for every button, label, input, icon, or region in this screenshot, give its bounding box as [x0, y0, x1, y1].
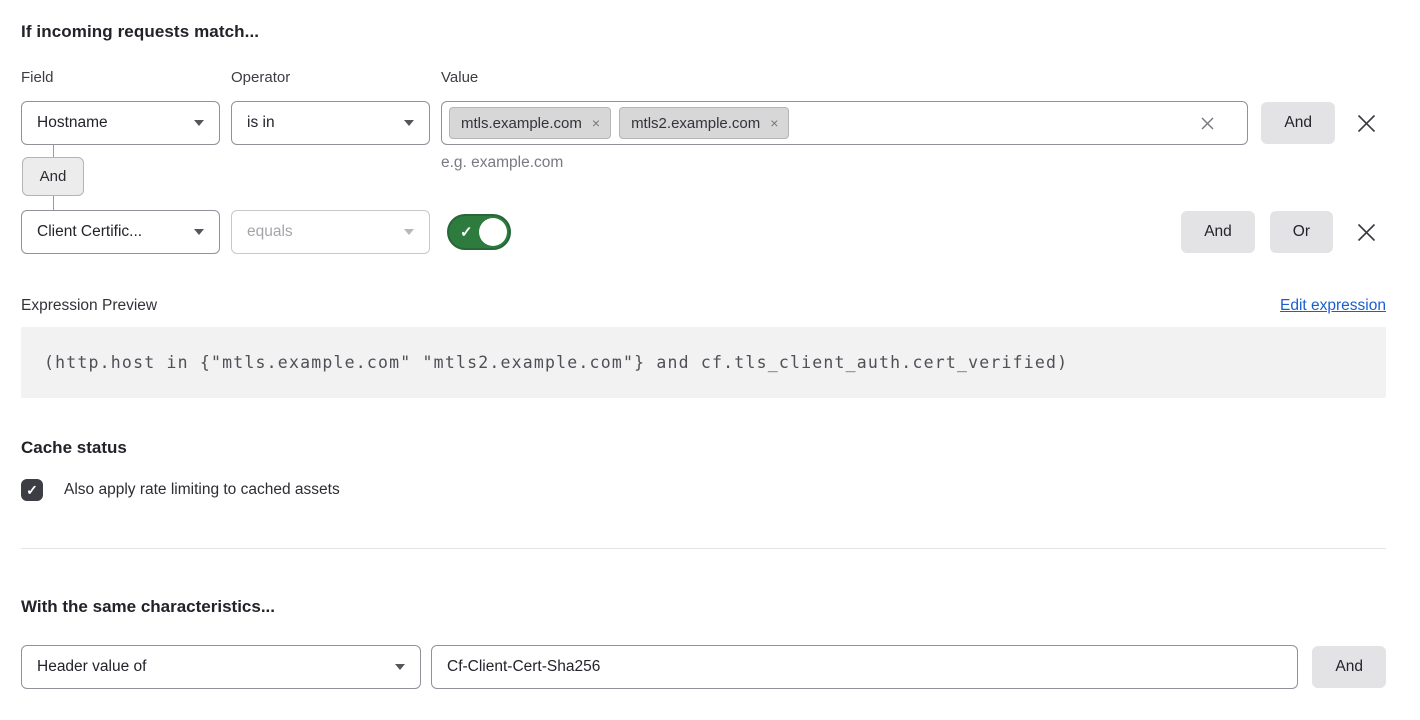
rule-builder-page: If incoming requests match... Field Oper… — [0, 0, 1420, 689]
add-and-condition-button[interactable]: And — [1181, 211, 1255, 253]
value-tag: mtls2.example.com × — [619, 107, 789, 139]
section-divider — [21, 548, 1386, 549]
expression-code: (http.host in {"mtls.example.com" "mtls2… — [44, 353, 1068, 372]
operator-column-label: Operator — [231, 69, 441, 86]
cert-verified-toggle[interactable]: ✓ — [447, 214, 511, 250]
characteristics-title: With the same characteristics... — [21, 597, 1386, 617]
characteristic-select[interactable]: Header value of — [21, 645, 421, 689]
operator-select-2: equals — [231, 210, 430, 254]
field-select-2[interactable]: Client Certific... — [21, 210, 220, 254]
tag-remove-icon[interactable]: × — [592, 116, 600, 130]
value-box-controls — [1200, 116, 1233, 131]
expression-preview-header: Expression Preview Edit expression — [21, 297, 1386, 315]
tag-remove-icon[interactable]: × — [770, 116, 778, 130]
field-select-2-value: Client Certific... — [37, 223, 142, 241]
characteristic-select-value: Header value of — [37, 658, 146, 676]
edit-expression-link[interactable]: Edit expression — [1280, 297, 1386, 315]
chevron-down-icon — [395, 664, 405, 670]
chevron-down-icon — [404, 229, 414, 235]
condition-row-1: Hostname is in mtls.example.com × mtls2.… — [21, 101, 1386, 145]
characteristics-row: Header value of And — [21, 645, 1386, 689]
cache-status-title: Cache status — [21, 438, 1386, 458]
cached-assets-checkbox[interactable]: ✓ — [21, 479, 43, 501]
value-tag: mtls.example.com × — [449, 107, 611, 139]
expression-code-block: (http.host in {"mtls.example.com" "mtls2… — [21, 327, 1386, 398]
connector-line — [53, 145, 54, 157]
add-or-condition-button[interactable]: Or — [1270, 211, 1333, 253]
field-column-label: Field — [21, 69, 231, 86]
cache-checkbox-row: ✓ Also apply rate limiting to cached ass… — [21, 479, 1386, 501]
chevron-down-icon — [404, 120, 414, 126]
toggle-check-icon: ✓ — [460, 223, 473, 241]
value-tag-text: mtls2.example.com — [631, 115, 760, 132]
expression-preview-label: Expression Preview — [21, 297, 157, 315]
operator-select-2-value: equals — [247, 223, 293, 241]
checkbox-check-icon: ✓ — [26, 483, 38, 497]
condition-row-2: Client Certific... equals ✓ And Or — [21, 210, 1386, 254]
connector-strip: And e.g. example.com — [21, 145, 1386, 210]
add-and-condition-button[interactable]: And — [1261, 102, 1335, 144]
column-labels: Field Operator Value — [21, 69, 1386, 86]
chevron-down-icon — [194, 229, 204, 235]
add-characteristic-button[interactable]: And — [1312, 646, 1386, 688]
chevron-down-icon — [194, 120, 204, 126]
value-helper-text: e.g. example.com — [441, 154, 563, 172]
value-column-label: Value — [441, 69, 1386, 86]
row2-actions: And Or — [1181, 211, 1386, 253]
value-tag-text: mtls.example.com — [461, 115, 582, 132]
clear-values-icon[interactable] — [1200, 116, 1215, 131]
condition-connector-button[interactable]: And — [22, 157, 84, 196]
operator-select-1-value: is in — [247, 114, 275, 132]
operator-select-1[interactable]: is in — [231, 101, 430, 145]
remove-condition-icon[interactable] — [1355, 221, 1378, 244]
field-select-1[interactable]: Hostname — [21, 101, 220, 145]
connector-line — [53, 196, 54, 210]
header-name-input[interactable] — [431, 645, 1298, 689]
match-section-title: If incoming requests match... — [21, 22, 1386, 42]
field-select-1-value: Hostname — [37, 114, 108, 132]
cache-checkbox-label: Also apply rate limiting to cached asset… — [64, 481, 340, 499]
value-multiselect[interactable]: mtls.example.com × mtls2.example.com × — [441, 101, 1248, 145]
remove-condition-icon[interactable] — [1355, 112, 1378, 135]
toggle-knob — [479, 218, 507, 246]
